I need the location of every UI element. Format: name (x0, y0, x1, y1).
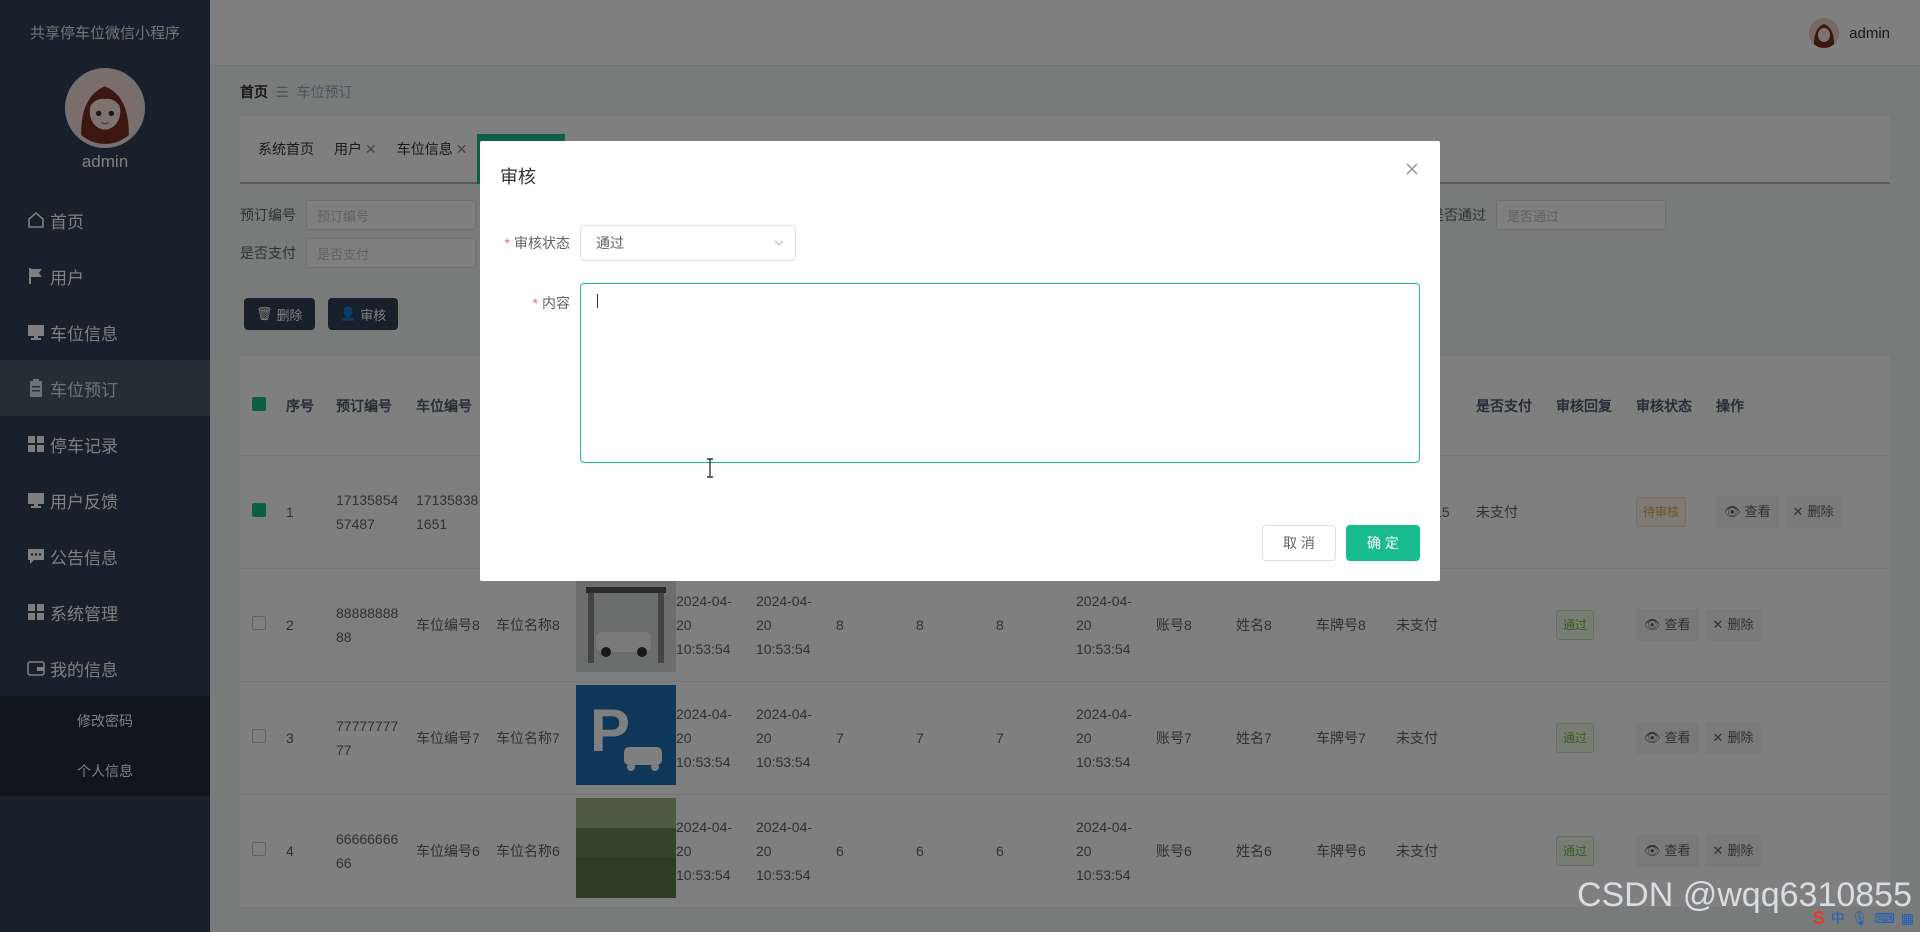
status-select[interactable]: 通过 (580, 225, 796, 261)
review-dialog: 审核 * 审核状态 通过 * 内容 取 消 确 定 (480, 141, 1440, 581)
status-field-label: * 审核状态 (504, 235, 570, 251)
ime-toolbar: S 中 🎙 ⌨ ▦ (1813, 906, 1914, 930)
content-label-text: 内容 (542, 295, 570, 311)
keyboard-icon[interactable]: ⌨ (1875, 910, 1895, 927)
ime-logo[interactable]: S (1813, 908, 1825, 929)
mic-icon[interactable]: 🎙 (1851, 910, 1869, 927)
confirm-button[interactable]: 确 定 (1346, 525, 1420, 561)
close-icon[interactable] (1404, 161, 1420, 177)
content-field-label: * 内容 (532, 295, 570, 311)
ime-lang[interactable]: 中 (1831, 908, 1845, 928)
cancel-button[interactable]: 取 消 (1262, 525, 1336, 561)
status-label-text: 审核状态 (514, 235, 570, 251)
status-select-value: 通过 (596, 235, 624, 251)
text-caret (597, 294, 598, 308)
chevron-down-icon (774, 240, 784, 246)
content-textarea[interactable] (580, 283, 1420, 478)
grid-icon[interactable]: ▦ (1901, 910, 1914, 927)
dialog-title: 审核 (500, 167, 536, 187)
text-cursor-icon (707, 458, 713, 478)
